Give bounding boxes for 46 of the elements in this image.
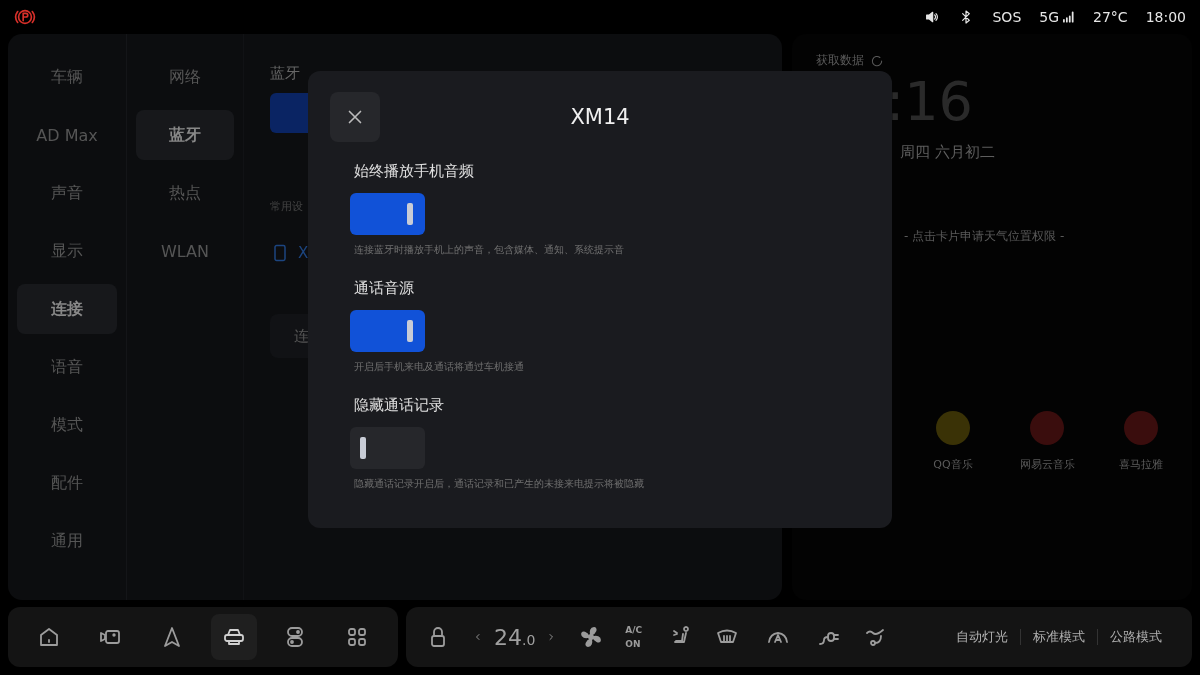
nav-item[interactable]: 连接: [17, 284, 117, 334]
dialog-title: XM14: [570, 105, 630, 129]
subnav-item[interactable]: 蓝牙: [136, 110, 234, 160]
setting-label: 始终播放手机音频: [354, 162, 475, 181]
nav-item[interactable]: 语音: [17, 342, 117, 392]
loading-icon[interactable]: [870, 53, 884, 68]
fan-icon[interactable]: [579, 625, 604, 649]
ac-label[interactable]: A/C ON: [625, 622, 648, 652]
nav-item[interactable]: 模式: [17, 400, 117, 450]
toggle-switch[interactable]: [350, 193, 425, 235]
nav-item[interactable]: 通用: [17, 516, 117, 566]
signal-icon[interactable]: [1061, 10, 1076, 24]
nav-item[interactable]: 显示: [17, 226, 117, 276]
setting-description: 连接蓝牙时播放手机上的声音，包含媒体、通知、系统提示音: [354, 243, 625, 257]
setting-description: 隐藏通话记录开启后，通话记录和已产生的未接来电提示将被隐藏: [354, 477, 645, 491]
volume-icon[interactable]: [924, 9, 941, 25]
temperature-value: 24.0: [494, 624, 536, 650]
dock-button[interactable]: [210, 614, 257, 660]
date-text: 周四 六月初二: [900, 143, 996, 162]
close-button[interactable]: [330, 92, 380, 142]
network-label: 5G: [1039, 9, 1060, 25]
status-text: 获取数据: [816, 52, 864, 69]
subnav-item[interactable]: 热点: [136, 168, 234, 218]
app-label[interactable]: QQ音乐: [933, 457, 973, 472]
app-label[interactable]: 喜马拉雅: [1119, 457, 1163, 472]
nav-item[interactable]: 车辆: [17, 52, 117, 102]
section-title: 蓝牙: [270, 64, 301, 83]
device-name[interactable]: X: [298, 244, 309, 262]
mode-button[interactable]: 公路模式: [1098, 628, 1174, 646]
toggle-switch[interactable]: [350, 310, 425, 352]
outside-temperature: 27°C: [1093, 9, 1128, 25]
toggle-switch[interactable]: [350, 427, 425, 469]
clock-time: 18:00: [1145, 9, 1186, 25]
subnav-item[interactable]: WLAN: [136, 226, 234, 276]
sos-label: SOS: [992, 9, 1022, 25]
setting-label: 隐藏通话记录: [354, 396, 445, 415]
app-label[interactable]: 网易云音乐: [1019, 457, 1075, 472]
mode-button[interactable]: 标准模式: [1021, 628, 1097, 646]
setting-label: 通话音源: [354, 279, 415, 298]
setting-description: 开启后手机来电及通话将通过车机接通: [354, 360, 525, 374]
nav-item[interactable]: 配件: [17, 458, 117, 508]
weather-hint: - 点击卡片申请天气位置权限 -: [904, 228, 1066, 245]
mode-button[interactable]: 自动灯光: [944, 628, 1020, 646]
subnav-item[interactable]: 网络: [136, 52, 234, 102]
nav-item[interactable]: 声音: [17, 168, 117, 218]
nav-item[interactable]: AD Max: [17, 110, 117, 160]
